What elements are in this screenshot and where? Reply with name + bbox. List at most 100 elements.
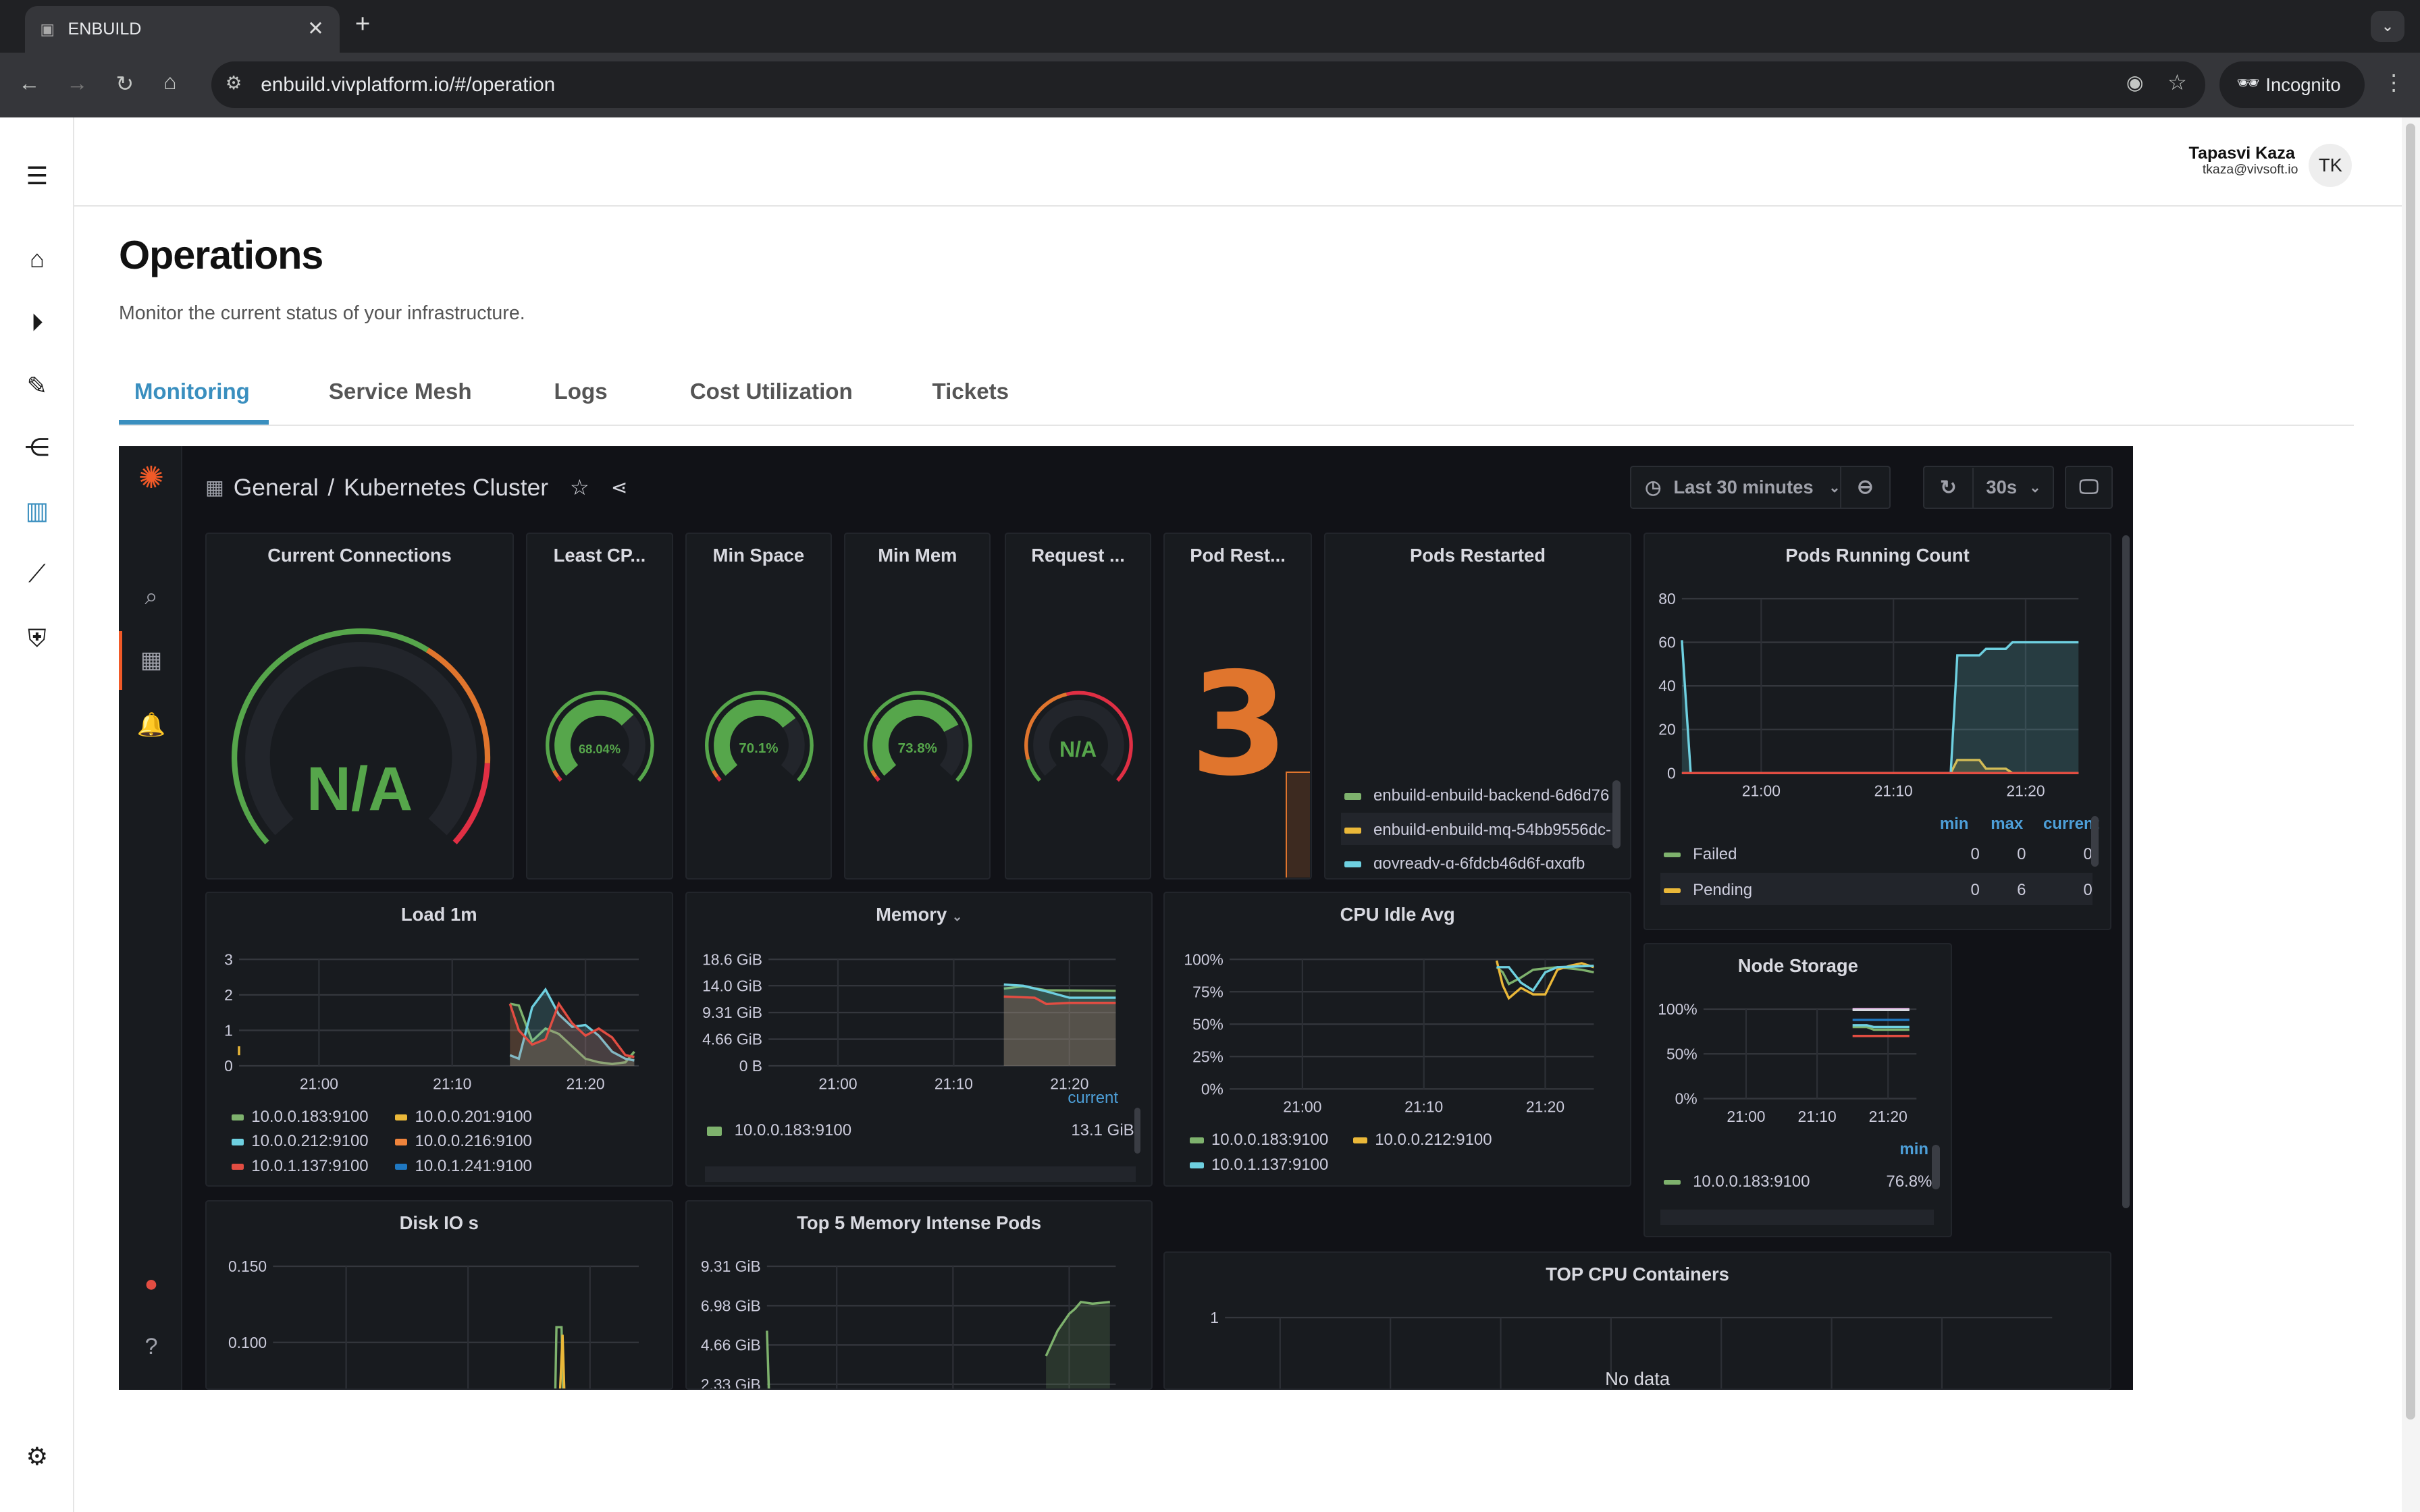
legend-item[interactable]: 10.0.0.201:9100 [394, 1108, 532, 1127]
tab-tickets[interactable]: Tickets [932, 379, 1009, 405]
legend-current: 13.1 GiB [1071, 1121, 1134, 1140]
grafana-logo-icon[interactable]: ✺ [134, 461, 168, 495]
y-tick-label: 0.100 [228, 1334, 267, 1351]
panel-min-mem: Min Mem 73.8% [844, 532, 991, 880]
edit-icon[interactable]: ✎ [22, 371, 53, 402]
breadcrumb-folder[interactable]: General [234, 474, 319, 502]
y-tick-label: 6.98 GiB [701, 1297, 761, 1315]
time-range-picker[interactable]: ◷ Last 30 minutes ⌄ ⊖ [1629, 466, 1891, 510]
legend-item[interactable]: enbuild-enbuild-mq-54bb9556dc- [1344, 821, 1611, 840]
legend-item[interactable]: goyready-q-6fdcb46d6f-qxqfb [1344, 855, 1585, 869]
play-circle-icon[interactable]: ⏵ [22, 307, 53, 338]
eye-off-icon[interactable]: ◉ [2126, 71, 2144, 94]
star-icon[interactable]: ☆ [570, 475, 589, 500]
search-icon[interactable]: ⌕ [134, 580, 168, 614]
legend-scrollbar[interactable] [1932, 1144, 1940, 1189]
help-icon[interactable]: ? [134, 1330, 168, 1364]
share-icon[interactable]: ⋖ [611, 476, 628, 500]
tab-service-mesh[interactable]: Service Mesh [329, 379, 472, 405]
legend-item[interactable]: 10.0.1.137:9100 [1189, 1156, 1328, 1174]
gauge-value: 68.04% [579, 742, 621, 757]
legend-min: 76.8% [1886, 1172, 1932, 1191]
legend-scrollbar[interactable] [1134, 1107, 1140, 1154]
legend-max: 0 [2017, 845, 2026, 864]
zoom-out-icon[interactable]: ⊖ [1839, 467, 1889, 508]
legend-item[interactable]: 10.0.1.137:9100 [231, 1157, 369, 1176]
legend-item[interactable]: 10.0.1.241:9100 [394, 1157, 532, 1176]
y-tick-label: 0% [1201, 1080, 1224, 1098]
panel-top5-memory-pods: Top 5 Memory Intense Pods 0 B2.33 GiB4.6… [685, 1200, 1153, 1390]
legend-item[interactable]: 10.0.0.183:9100 76.8% [1663, 1172, 1932, 1191]
legend-row-pending[interactable]: Pending 0 6 0 [1663, 881, 2093, 900]
legend-item[interactable]: 10.0.0.183:9100 [231, 1108, 369, 1127]
dashboard-title[interactable]: Kubernetes Cluster [344, 474, 548, 502]
series-area [1003, 996, 1116, 1066]
browser-tab-bar: ▣ ENBUILD ✕ + ⌄ [0, 0, 2420, 53]
legend-row-failed[interactable]: Failed 000 [1663, 845, 2093, 864]
refresh-picker[interactable]: ↻ 30s ⌄ [1922, 466, 2055, 510]
incognito-badge[interactable]: 🕶 Incognito [2219, 61, 2365, 108]
legend-header-current[interactable]: current [1068, 1089, 1118, 1108]
y-tick-label: 2.33 GiB [701, 1376, 761, 1390]
tab-cost-utilization[interactable]: Cost Utilization [690, 379, 853, 405]
y-tick-label: 2 [224, 986, 233, 1004]
legend-label: enbuild-enbuild-backend-6d6d76 [1373, 786, 1610, 805]
shield-icon[interactable]: ⛨ [22, 623, 53, 654]
legend-header-min[interactable]: min [1940, 815, 1969, 834]
address-bar[interactable]: ⚙ enbuild.vivplatform.io/#/operation ◉ ☆ [211, 61, 2206, 108]
gauge-threshold-arc [556, 775, 563, 782]
y-tick-label: 0 B [739, 1057, 762, 1075]
dashboard-scrollbar[interactable] [2122, 535, 2130, 1208]
legend-label: 10.0.0.183:9100 [1693, 1172, 1810, 1191]
legend-item[interactable]: 10.0.0.216:9100 [394, 1132, 532, 1151]
settings-gear-icon[interactable]: ⚙ [22, 1441, 53, 1472]
legend-item[interactable]: enbuild-enbuild-backend-6d6d76 [1344, 786, 1610, 805]
alert-bell-icon[interactable]: 🔔 [134, 708, 168, 742]
home-icon[interactable]: ⌂ [163, 70, 176, 94]
reload-icon[interactable]: ↻ [115, 71, 134, 97]
bookmark-star-icon[interactable]: ☆ [2167, 70, 2187, 95]
breadcrumb-separator: / [327, 473, 335, 501]
legend-min: 0 [1970, 845, 1980, 864]
trend-icon[interactable]: ⟋ [22, 558, 53, 589]
x-tick-label: 21:20 [1869, 1107, 1908, 1125]
legend-header-min[interactable]: min [1899, 1140, 1928, 1159]
close-tab-icon[interactable]: ✕ [307, 17, 324, 40]
new-tab-button[interactable]: + [355, 9, 371, 39]
home-icon[interactable]: ⌂ [22, 244, 53, 275]
page-scrollbar[interactable] [2401, 117, 2420, 1512]
tab-search-button[interactable]: ⌄ [2370, 10, 2405, 42]
dashboard-grid-icon: ▦ [205, 476, 225, 499]
x-tick-label: 21:00 [1727, 1107, 1766, 1125]
legend-item[interactable]: 10.0.0.183:9100 13.1 GiB [706, 1121, 1134, 1140]
panel-memory: Memory ⌄ 0 B 4.66 GiB 9.31 GiB 14.0 GiB 18.6… [685, 892, 1153, 1187]
legend-scrollbar[interactable] [2090, 815, 2099, 867]
forward-icon[interactable]: → [66, 71, 88, 96]
share-nodes-icon[interactable]: ⋲ [22, 432, 53, 463]
bar-chart-icon[interactable]: ▥ [22, 495, 53, 526]
site-info-icon[interactable]: ⚙ [226, 72, 242, 94]
legend-header-max[interactable]: max [1991, 815, 2023, 834]
legend-item[interactable]: 10.0.0.183:9100 [1189, 1131, 1328, 1150]
hamburger-menu-icon[interactable]: ☰ [22, 161, 53, 192]
incognito-icon: 🕶 [2236, 72, 2260, 94]
tab-logs[interactable]: Logs [554, 379, 608, 405]
tv-mode-button[interactable]: 🖵 [2065, 466, 2113, 510]
page-subtitle: Monitor the current status of your infra… [118, 302, 525, 324]
active-nav-indicator [118, 630, 122, 690]
legend-scrollbar[interactable] [1612, 780, 1621, 848]
chart-disk-io: 00.05000.1000.15021:0021:1021:20 [228, 1258, 639, 1389]
browser-menu-icon[interactable]: ⋮ [2383, 70, 2404, 95]
dashboards-grid-icon[interactable]: ▦ [134, 643, 168, 677]
browser-tab[interactable]: ▣ ENBUILD ✕ [24, 6, 340, 53]
gauge-value: N/A [1059, 737, 1097, 762]
legend-item[interactable]: 10.0.0.212:9100 [1353, 1131, 1492, 1150]
user-avatar-icon[interactable]: ● [134, 1267, 168, 1301]
avatar[interactable]: TK [2309, 143, 2352, 187]
panel-title: Pods Restarted [1410, 544, 1546, 566]
refresh-icon[interactable]: ↻ [1924, 467, 1974, 508]
series-area [1045, 1302, 1110, 1389]
back-icon[interactable]: ← [18, 71, 40, 96]
tab-monitoring[interactable]: Monitoring [134, 379, 250, 405]
legend-item[interactable]: 10.0.0.212:9100 [231, 1132, 369, 1151]
